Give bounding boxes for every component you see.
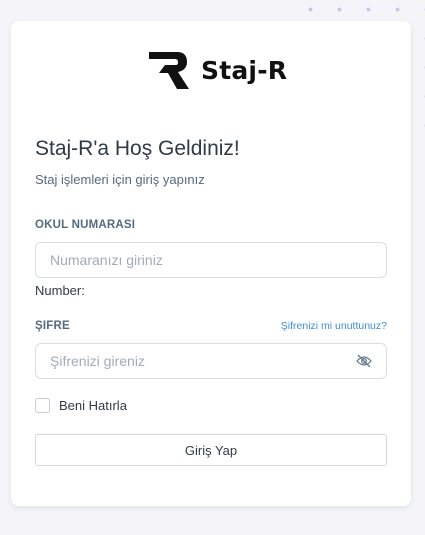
password-input[interactable] (36, 344, 386, 378)
student-number-hint: Number: (35, 283, 85, 298)
brand-logo: Staj-R (147, 49, 287, 91)
remember-me-label: Beni Hatırla (59, 398, 127, 413)
forgot-password-link[interactable]: Şifrenizi mi unuttunuz? (281, 320, 387, 332)
welcome-title: Staj-R'a Hoş Geldiniz! (35, 137, 240, 160)
brand-name: Staj-R (201, 55, 288, 85)
login-card: Staj-R Staj-R'a Hoş Geldiniz! Staj işlem… (11, 21, 411, 506)
password-field[interactable] (35, 343, 387, 379)
student-number-label: OKUL NUMARASI (35, 219, 136, 231)
r-monogram-logo-icon (149, 52, 189, 89)
remember-me[interactable]: Beni Hatırla (35, 398, 127, 413)
remember-me-checkbox[interactable] (35, 398, 50, 413)
welcome-subtitle: Staj işlemleri için giriş yapınız (35, 172, 205, 187)
login-button[interactable]: Giriş Yap (35, 434, 387, 466)
eye-off-icon[interactable] (356, 354, 372, 368)
student-number-input[interactable] (36, 243, 386, 277)
student-number-field[interactable] (35, 242, 387, 278)
password-label: ŞIFRE (35, 320, 70, 332)
